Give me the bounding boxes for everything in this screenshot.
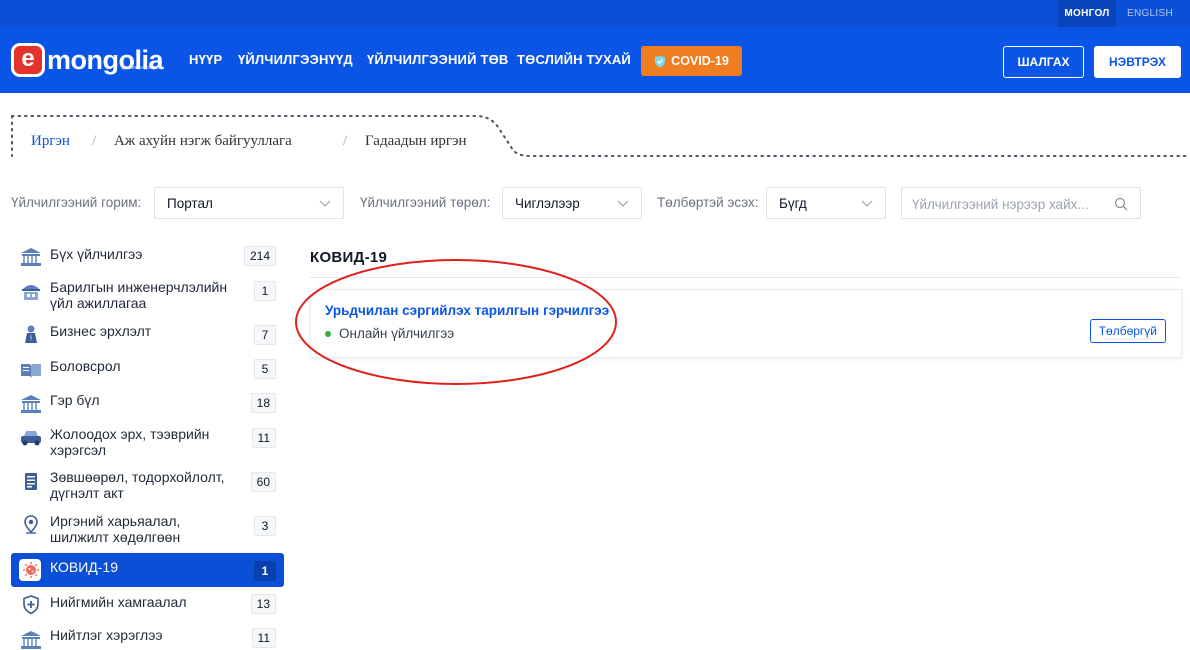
sidebar-item-label: Бүх үйлчилгээ xyxy=(50,246,143,262)
sidebar-item-count: 1 xyxy=(254,561,276,581)
filter-mode-value: Портал xyxy=(167,196,213,211)
tab-separator: / xyxy=(92,133,97,149)
sidebar-item-permits[interactable]: Зөвшөөрөл, тодорхойлолт, дүгнэлт акт 60 xyxy=(11,468,284,504)
sidebar-item-education[interactable]: Боловсрол 5 xyxy=(11,356,284,384)
dotted-tab-outline xyxy=(11,115,1190,157)
filter-type-label: Үйлчилгээний төрөл: xyxy=(360,195,491,210)
sidebar-item-label: Зөвшөөрөл, тодорхойлолт, дүгнэлт акт xyxy=(50,469,225,501)
chevron-down-icon xyxy=(319,200,331,207)
search-input[interactable] xyxy=(912,194,1112,214)
service-status-text: Онлайн үйлчилгээ xyxy=(339,326,455,341)
family-icon xyxy=(21,395,41,413)
emongolia-logo[interactable]: e mongolia цахим үндэстэн xyxy=(11,43,164,77)
filter-paid-select[interactable]: Бүгд xyxy=(766,187,886,219)
virus-icon xyxy=(23,562,39,578)
nav-home[interactable]: НҮҮР xyxy=(189,27,222,93)
sidebar-item-label: Жолоодох эрх, тээврийн хэрэгсэл xyxy=(50,426,210,458)
sidebar-item-label: Барилгын инженерчлэлийн үйл ажиллагаа xyxy=(50,279,228,311)
sidebar-item-all[interactable]: Бүх үйлчилгээ 214 xyxy=(11,242,284,270)
sidebar-item-count: 7 xyxy=(254,325,276,345)
sidebar-item-count: 1 xyxy=(254,281,276,301)
sidebar-item-label: Гэр бүл xyxy=(50,392,100,408)
tab-business[interactable]: Аж ахуйн нэгж байгууллага xyxy=(114,133,292,150)
covid-button-label: COVID-19 xyxy=(671,54,729,68)
tab-citizen[interactable]: Иргэн xyxy=(31,133,70,150)
sidebar-item-count: 13 xyxy=(250,594,276,614)
section-divider xyxy=(310,277,1182,278)
sidebar-item-label: Нийгмийн хамгаалал xyxy=(50,594,187,610)
filter-type-select[interactable]: Чиглэлээр xyxy=(502,187,642,219)
logo-wordmark: mongolia цахим үндэстэн xyxy=(47,46,164,74)
main-header: e mongolia цахим үндэстэн НҮҮР ҮЙЛЧИЛГЭЭ… xyxy=(0,27,1190,93)
service-status: Онлайн үйлчилгээ xyxy=(325,326,454,341)
filter-mode-label: Үйлчилгээний горим: xyxy=(11,195,142,210)
covid-button[interactable]: COVID-19 xyxy=(641,46,742,76)
sidebar-item-business[interactable]: Бизнес эрхлэлт 7 xyxy=(11,321,284,349)
nav-services[interactable]: ҮЙЛЧИЛГЭЭНҮҮД xyxy=(238,27,353,93)
sidebar-item-construction[interactable]: Барилгын инженерчлэлийн үйл ажиллагаа 1 xyxy=(11,278,284,314)
service-search[interactable] xyxy=(901,187,1141,219)
document-icon xyxy=(25,473,37,490)
business-icon xyxy=(25,325,37,343)
location-icon xyxy=(24,515,38,534)
sidebar-item-label: Боловсрол xyxy=(50,358,121,374)
login-button[interactable]: НЭВТРЭХ xyxy=(1094,46,1181,78)
filter-mode-select[interactable]: Портал xyxy=(154,187,344,219)
sidebar-item-count: 18 xyxy=(250,393,276,413)
nav-about[interactable]: ТӨСЛИЙН ТУХАЙ xyxy=(517,27,631,93)
sidebar-item-public-use[interactable]: Нийтлэг хэрэглээ 11 xyxy=(11,625,284,649)
filter-type-value: Чиглэлээр xyxy=(515,196,580,211)
free-badge: Төлбөргүй xyxy=(1089,319,1166,343)
nav-service-center[interactable]: ҮЙЛЧИЛГЭЭНИЙ ТӨВ xyxy=(367,27,509,93)
chevron-down-icon xyxy=(861,200,873,207)
online-status-dot xyxy=(325,330,331,337)
logo-e-mark: e xyxy=(11,43,45,77)
building-icon xyxy=(21,248,41,266)
book-icon xyxy=(21,364,41,378)
filter-paid-label: Төлбөртэй эсэх: xyxy=(657,195,759,210)
sidebar-item-count: 214 xyxy=(243,246,276,266)
language-mongolian[interactable]: МОНГОЛ xyxy=(1058,0,1116,27)
sidebar-item-family[interactable]: Гэр бүл 18 xyxy=(11,390,284,418)
service-card[interactable]: Урьдчилан сэргийлэх тарилгын гэрчилгээ О… xyxy=(310,289,1182,358)
section-title: КОВИД-19 xyxy=(310,249,388,266)
search-icon[interactable] xyxy=(1114,197,1128,211)
sidebar-item-count: 11 xyxy=(251,428,276,448)
car-icon xyxy=(21,431,41,446)
filter-paid-value: Бүгд xyxy=(779,196,807,211)
tab-foreigner[interactable]: Гадаадын иргэн xyxy=(365,133,467,150)
sidebar-item-label: Бизнес эрхлэлт xyxy=(50,323,152,339)
construction-icon xyxy=(22,285,40,300)
language-bar: МОНГОЛ ENGLISH xyxy=(0,0,1190,27)
language-english[interactable]: ENGLISH xyxy=(1122,0,1178,27)
sidebar-item-covid[interactable]: КОВИД-19 1 xyxy=(11,553,284,587)
tab-separator: / xyxy=(343,133,348,149)
service-title-link[interactable]: Урьдчилан сэргийлэх тарилгын гэрчилгээ xyxy=(325,303,609,318)
logo-subtitle: цахим үндэстэн xyxy=(121,65,161,71)
sidebar-item-count: 5 xyxy=(254,359,276,379)
sidebar-item-count: 3 xyxy=(254,516,276,536)
sidebar-item-label: Нийтлэг хэрэглээ xyxy=(50,627,163,643)
sidebar-item-social-welfare[interactable]: Нийгмийн хамгаалал 13 xyxy=(11,591,284,619)
audience-tabs: Иргэн / Аж ахуйн нэгж байгууллага / Гада… xyxy=(0,100,1190,160)
sidebar-item-count: 11 xyxy=(251,628,276,648)
sidebar-item-label: КОВИД-19 xyxy=(50,559,119,575)
sidebar-item-driving[interactable]: Жолоодох эрх, тээврийн хэрэгсэл 11 xyxy=(11,424,284,460)
building-icon xyxy=(21,631,41,649)
check-button[interactable]: ШАЛГАХ xyxy=(1003,46,1084,78)
shield-plus-icon xyxy=(23,595,39,615)
sidebar-item-citizenship[interactable]: Иргэний харьяалал, шилжилт хөдөлгөөн 3 xyxy=(11,512,284,548)
chevron-down-icon xyxy=(617,200,629,207)
sidebar-item-label: Иргэний харьяалал, шилжилт хөдөлгөөн xyxy=(50,513,181,545)
sidebar-item-count: 60 xyxy=(250,472,276,492)
shield-icon xyxy=(655,55,666,67)
